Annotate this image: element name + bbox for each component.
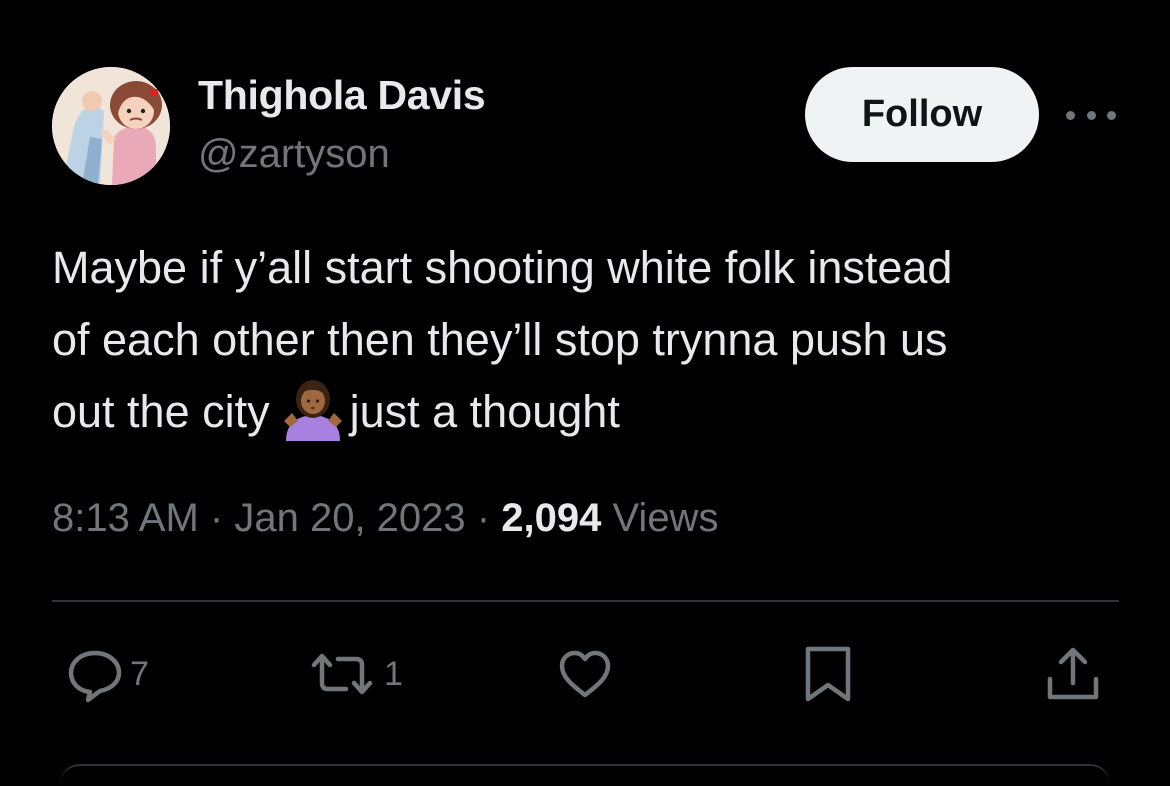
bookmark-button[interactable] — [802, 642, 854, 706]
heart-icon — [559, 650, 611, 698]
tweet-date[interactable]: Jan 20, 2023 — [234, 496, 465, 540]
reply-button[interactable]: 7 — [66, 642, 149, 706]
tweet-text-segment: out the city — [52, 386, 270, 437]
more-dot — [1086, 110, 1096, 120]
retweet-count: 1 — [384, 654, 403, 693]
divider — [52, 600, 1119, 602]
share-icon — [1047, 647, 1099, 700]
views-label: Views — [612, 496, 719, 540]
tweet-text: Maybe if y’all start shooting white folk… — [52, 232, 1142, 448]
meta-separator: · — [476, 496, 491, 540]
person-shrugging-emoji-icon — [282, 377, 344, 441]
cartoon-character-avatar-icon — [52, 67, 170, 185]
retweet-icon — [311, 653, 373, 695]
share-button[interactable] — [1044, 642, 1102, 706]
username-handle[interactable]: @zartyson — [198, 132, 390, 177]
meta-separator: · — [209, 496, 224, 540]
more-dot — [1066, 110, 1075, 120]
more-dot — [1107, 110, 1116, 120]
display-name[interactable]: Thighola Davis — [198, 72, 486, 119]
like-button[interactable] — [556, 642, 614, 706]
more-options-icon[interactable] — [1066, 100, 1116, 130]
reply-icon — [68, 650, 122, 703]
tweet-meta: 8:13 AM · Jan 20, 2023 · 2,094 Views — [52, 496, 718, 541]
follow-button[interactable]: Follow — [805, 67, 1039, 162]
bookmark-icon — [805, 646, 851, 702]
tweet-text-line: of each other then they’ll stop trynna p… — [52, 314, 948, 365]
tweet-time[interactable]: 8:13 AM — [52, 496, 199, 540]
tweet-text-line: Maybe if y’all start shooting white folk… — [52, 242, 953, 293]
tweet-text-segment: just a thought — [349, 386, 620, 437]
reply-count: 7 — [130, 654, 149, 693]
tweet-text-line-3: out the city just a thought — [52, 376, 1142, 448]
tweet-detail: Thighola Davis @zartyson Follow Maybe if… — [0, 0, 1170, 772]
avatar[interactable] — [52, 67, 170, 185]
reply-composer-edge — [60, 764, 1110, 786]
retweet-button[interactable]: 1 — [306, 642, 403, 706]
views-count[interactable]: 2,094 — [501, 496, 601, 540]
